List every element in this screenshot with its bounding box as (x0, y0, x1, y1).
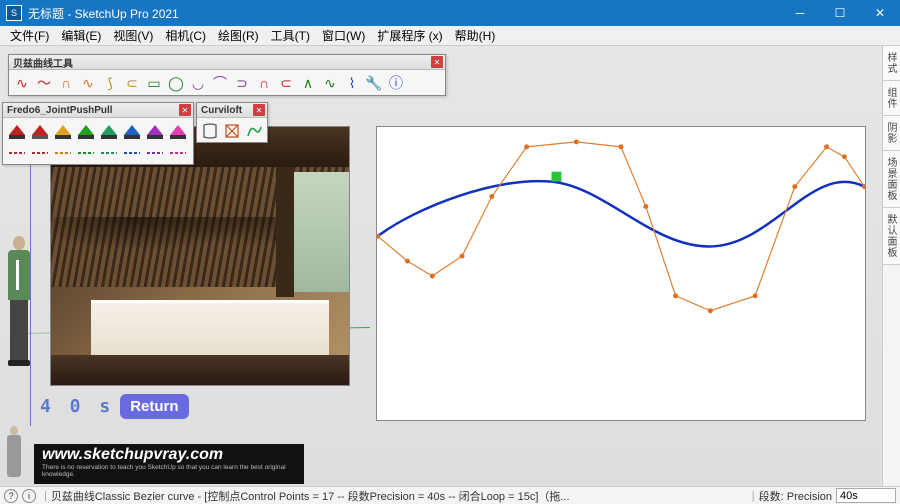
status-sep2: | (752, 490, 755, 502)
bezier-tool-3[interactable]: ∩ (55, 72, 77, 94)
tray-tab-default[interactable]: 默认面板 (883, 208, 900, 265)
toolbar-bezier-title[interactable]: 贝兹曲线工具 (9, 55, 445, 70)
minimize-button[interactable]: ─ (780, 0, 820, 26)
jpp-tool-6[interactable] (120, 120, 143, 142)
close-button[interactable]: ✕ (860, 0, 900, 26)
watermark-banner: www.sketchupvray.com There is no reserva… (34, 444, 304, 484)
precision-overlay: 4 0 s Return (40, 394, 189, 419)
status-message: 贝兹曲线Classic Bezier curve - [控制点Control P… (51, 488, 752, 504)
status-help-icon[interactable]: ? (4, 489, 18, 503)
status-bar: ? i | 贝兹曲线Classic Bezier curve - [控制点Con… (0, 486, 900, 504)
inference-marker (551, 172, 561, 182)
menu-window[interactable]: 窗口(W) (316, 25, 371, 46)
bezier-tool-6[interactable]: ⊂ (121, 72, 143, 94)
menu-bar: 文件(F) 编辑(E) 视图(V) 相机(C) 绘图(R) 工具(T) 窗口(W… (0, 26, 900, 46)
scale-figure-large (4, 236, 34, 386)
bezier-tool-13[interactable]: ⊂ (275, 72, 297, 94)
jpp-tool-1[interactable] (5, 120, 28, 142)
watermark-url: www.sketchupvray.com (42, 446, 296, 464)
jpp-dash-7[interactable] (143, 142, 166, 164)
bezier-tool-wrench-icon[interactable]: 🔧 (363, 72, 385, 94)
jpp-tool-7[interactable] (143, 120, 166, 142)
curviloft-loft-icon[interactable] (199, 120, 221, 142)
jpp-dash-2[interactable] (28, 142, 51, 164)
bezier-curve (378, 181, 865, 246)
menu-view[interactable]: 视图(V) (107, 25, 159, 46)
jpp-dash-5[interactable] (97, 142, 120, 164)
curviloft-path-icon[interactable] (243, 120, 265, 142)
jpp-dash-1[interactable] (5, 142, 28, 164)
bezier-tool-10[interactable]: ⌒ (209, 72, 231, 94)
toolbar-bezier-close[interactable]: ✕ (431, 56, 443, 68)
drawing-face[interactable] (376, 126, 866, 421)
right-tray-column: 样式 组件 阴影 场景面板 默认面板 (882, 46, 900, 486)
bezier-tool-8[interactable]: ◯ (165, 72, 187, 94)
bezier-tool-7[interactable]: ▭ (143, 72, 165, 94)
curve-canvas (377, 127, 865, 420)
status-info-icon[interactable]: i (22, 489, 36, 503)
bezier-tool-5[interactable]: ⟆ (99, 72, 121, 94)
toolbar-jpp-title[interactable]: Fredo6_JointPushPull (3, 103, 193, 118)
maximize-button[interactable]: ☐ (820, 0, 860, 26)
control-polygon (378, 142, 865, 311)
reference-image[interactable] (50, 126, 350, 386)
curviloft-skin-icon[interactable] (221, 120, 243, 142)
scale-figure-small (4, 426, 24, 481)
menu-edit[interactable]: 编辑(E) (55, 25, 107, 46)
bezier-tool-info-icon[interactable]: ⓘ (385, 72, 407, 94)
overlay-value: 4 0 s (40, 396, 114, 417)
jpp-tool-5[interactable] (97, 120, 120, 142)
jpp-dash-4[interactable] (74, 142, 97, 164)
window-titlebar: S 无标题 - SketchUp Pro 2021 ─ ☐ ✕ (0, 0, 900, 26)
toolbar-curviloft[interactable]: Curviloft ✕ (196, 102, 268, 143)
toolbar-curviloft-close[interactable]: ✕ (253, 104, 265, 116)
bezier-tool-2[interactable]: 〜 (33, 72, 55, 94)
menu-extensions[interactable]: 扩展程序 (x) (371, 25, 448, 46)
jpp-dash-6[interactable] (120, 142, 143, 164)
jpp-tool-3[interactable] (51, 120, 74, 142)
status-sep: | (44, 490, 47, 502)
bezier-tool-11[interactable]: ⊃ (231, 72, 253, 94)
bezier-tool-4[interactable]: ∿ (77, 72, 99, 94)
window-title: 无标题 - SketchUp Pro 2021 (28, 5, 780, 22)
tray-tab-shadows[interactable]: 阴影 (883, 116, 900, 151)
tray-tab-scenes[interactable]: 场景面板 (883, 151, 900, 208)
bezier-tool-14[interactable]: ∧ (297, 72, 319, 94)
jpp-tool-2[interactable] (28, 120, 51, 142)
bezier-tool-16[interactable]: ⌇ (341, 72, 363, 94)
bezier-tool-1[interactable]: ∿ (11, 72, 33, 94)
control-points (377, 139, 865, 313)
app-icon: S (6, 5, 22, 21)
menu-draw[interactable]: 绘图(R) (212, 25, 265, 46)
jpp-dash-3[interactable] (51, 142, 74, 164)
toolbar-jpp-close[interactable]: ✕ (179, 104, 191, 116)
jpp-dash-8[interactable] (166, 142, 189, 164)
bezier-tool-9[interactable]: ◡ (187, 72, 209, 94)
watermark-sub: There is no reservation to teach you Ske… (42, 464, 296, 478)
tray-tab-components[interactable]: 组件 (883, 81, 900, 116)
bezier-tool-15[interactable]: ∿ (319, 72, 341, 94)
menu-camera[interactable]: 相机(C) (159, 25, 212, 46)
menu-file[interactable]: 文件(F) (4, 25, 55, 46)
toolbar-jointpushpull[interactable]: Fredo6_JointPushPull ✕ (2, 102, 194, 165)
tray-tab-style[interactable]: 样式 (883, 46, 900, 81)
toolbar-bezier[interactable]: 贝兹曲线工具 ✕ ∿ 〜 ∩ ∿ ⟆ ⊂ ▭ ◯ ◡ ⌒ ⊃ ∩ ⊂ ∧ ∿ ⌇… (8, 54, 446, 96)
status-vcb-input[interactable] (836, 488, 896, 503)
menu-help[interactable]: 帮助(H) (449, 25, 502, 46)
status-vcb-label: 段数: Precision (759, 488, 832, 504)
overlay-return-key: Return (120, 394, 188, 419)
jpp-tool-4[interactable] (74, 120, 97, 142)
menu-tools[interactable]: 工具(T) (265, 25, 316, 46)
workspace: 样式 组件 阴影 场景面板 默认面板 (0, 46, 900, 486)
jpp-tool-8[interactable] (166, 120, 189, 142)
bezier-tool-12[interactable]: ∩ (253, 72, 275, 94)
